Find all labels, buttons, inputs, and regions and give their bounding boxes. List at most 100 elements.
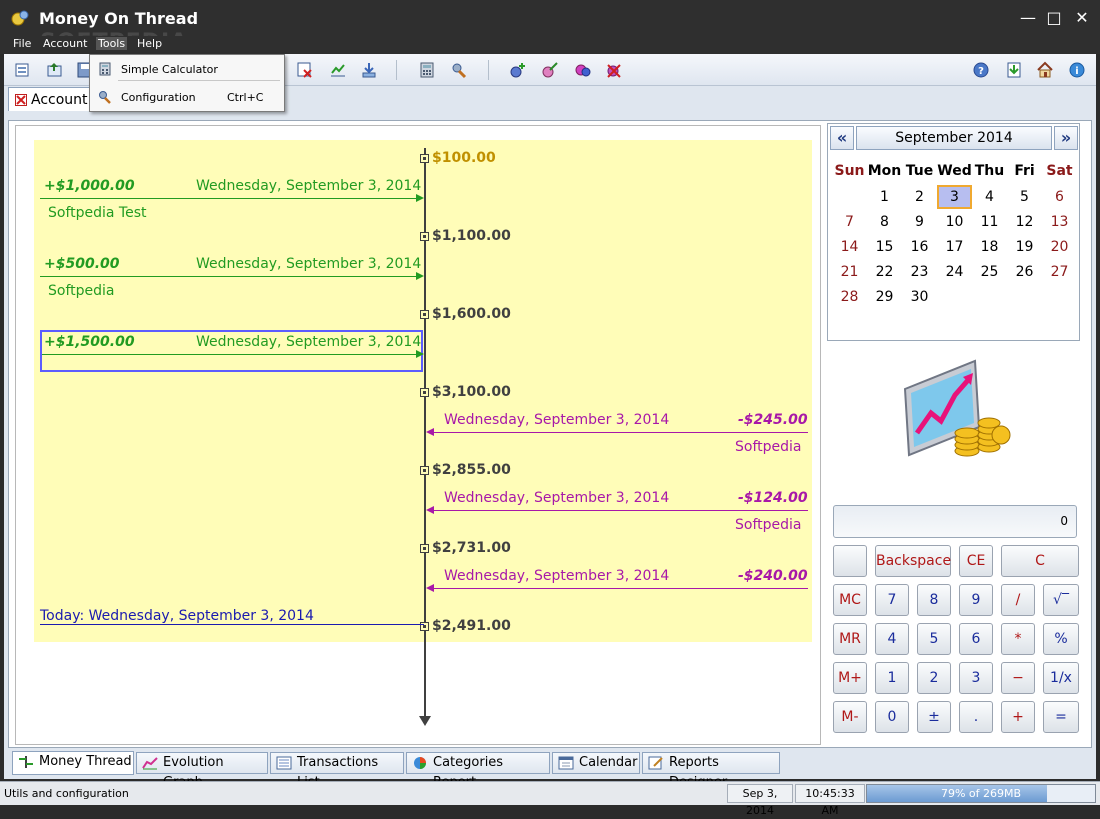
menu-file[interactable]: File — [13, 37, 31, 50]
delete-category-icon[interactable] — [605, 61, 623, 79]
calendar-day[interactable]: 17 — [937, 235, 972, 259]
calc-key[interactable]: MC — [833, 584, 867, 616]
minimize-button[interactable]: — — [1016, 8, 1040, 28]
calendar-day[interactable]: 25 — [972, 260, 1007, 284]
calc-key[interactable]: / — [1001, 584, 1035, 616]
calc-key[interactable]: ± — [917, 701, 951, 733]
configuration-icon[interactable] — [450, 61, 468, 79]
calc-clear-key[interactable]: C — [1001, 545, 1079, 577]
calendar-day[interactable]: 21 — [832, 260, 867, 284]
calc-key[interactable]: = — [1043, 701, 1079, 733]
calendar-day[interactable]: 23 — [902, 260, 937, 284]
calendar-day[interactable]: 12 — [1007, 210, 1042, 234]
open-account-icon[interactable] — [46, 61, 64, 79]
menu-account[interactable]: Account — [43, 37, 87, 50]
home-icon[interactable] — [1036, 61, 1054, 79]
calendar-day[interactable]: 6 — [1042, 185, 1077, 209]
close-tab-icon[interactable] — [15, 94, 27, 106]
tab-reports-designer[interactable]: Reports Designer — [642, 752, 780, 790]
import-icon[interactable] — [360, 61, 378, 79]
calendar-month-label[interactable]: September 2014 — [856, 126, 1052, 150]
weekday-header: Wed — [937, 163, 972, 179]
account-document-tab[interactable]: Account: — [8, 87, 94, 111]
calc-clear-entry-key[interactable]: CE — [959, 545, 993, 577]
calc-key[interactable]: . — [959, 701, 993, 733]
calc-key[interactable]: 4 — [875, 623, 909, 655]
calc-key[interactable]: % — [1043, 623, 1079, 655]
tab-categories-report[interactable]: Categories Report — [406, 752, 550, 790]
calc-key[interactable]: 6 — [959, 623, 993, 655]
calc-key[interactable]: + — [1001, 701, 1035, 733]
menu-help[interactable]: Help — [137, 37, 162, 50]
tab-money-thread[interactable]: Money Thread — [12, 751, 134, 775]
info-icon[interactable]: i — [1068, 61, 1086, 79]
menu-tools[interactable]: Tools — [96, 37, 128, 50]
tab-label: Account: — [31, 92, 93, 108]
maximize-button[interactable]: □ — [1042, 8, 1066, 28]
help-icon[interactable]: ? — [972, 61, 990, 79]
calc-key[interactable]: 9 — [959, 584, 993, 616]
calc-key[interactable]: 1/x — [1043, 662, 1079, 694]
calc-key[interactable]: MR — [833, 623, 867, 655]
calendar-day[interactable]: 10 — [937, 210, 972, 234]
calc-key[interactable]: 3 — [959, 662, 993, 694]
calendar-day[interactable]: 20 — [1042, 235, 1077, 259]
tab-transactions-list[interactable]: Transactions List — [270, 752, 404, 790]
calendar-day[interactable]: 30 — [902, 285, 937, 309]
calc-key[interactable]: 7 — [875, 584, 909, 616]
calc-key[interactable]: M- — [833, 701, 867, 733]
tab-calendar[interactable]: Calendar — [552, 752, 640, 774]
calendar-day[interactable]: 28 — [832, 285, 867, 309]
timeline-arrow-icon — [419, 716, 431, 726]
calc-key[interactable]: * — [1001, 623, 1035, 655]
next-month-button[interactable]: » — [1054, 126, 1078, 150]
new-account-icon[interactable] — [14, 61, 32, 79]
category-icon[interactable] — [574, 61, 592, 79]
delete-transaction-icon[interactable] — [296, 61, 314, 79]
menu-item-simple-calculator[interactable]: Simple Calculator — [90, 59, 284, 81]
calendar-day[interactable]: 29 — [867, 285, 902, 309]
calc-blank-key[interactable] — [833, 545, 867, 577]
calendar-day[interactable]: 9 — [902, 210, 937, 234]
calendar-day[interactable]: 7 — [832, 210, 867, 234]
calendar-day[interactable]: 13 — [1042, 210, 1077, 234]
graph-icon[interactable] — [329, 61, 347, 79]
calendar-day[interactable]: 27 — [1042, 260, 1077, 284]
calendar-day[interactable]: 11 — [972, 210, 1007, 234]
prev-month-button[interactable]: « — [830, 126, 854, 150]
calc-key[interactable]: − — [1001, 662, 1035, 694]
calc-key[interactable]: 2 — [917, 662, 951, 694]
download-icon[interactable] — [1005, 61, 1023, 79]
calendar-day[interactable]: 15 — [867, 235, 902, 259]
calendar-day[interactable]: 24 — [937, 260, 972, 284]
calendar-day[interactable]: 3 — [937, 185, 972, 209]
calendar-day[interactable]: 14 — [832, 235, 867, 259]
money-thread-view[interactable]: $100.00 $1,100.00 $1,600.00 $3,100.00 $2… — [15, 125, 821, 745]
calendar-day[interactable]: 19 — [1007, 235, 1042, 259]
edit-category-icon[interactable] — [541, 61, 559, 79]
memory-usage-bar[interactable]: 79% of 269MB — [866, 784, 1096, 803]
calendar-day[interactable]: 26 — [1007, 260, 1042, 284]
calendar-day[interactable]: 5 — [1007, 185, 1042, 209]
balance-node — [420, 544, 429, 553]
calc-key[interactable]: 1 — [875, 662, 909, 694]
calendar-day[interactable]: 1 — [867, 185, 902, 209]
calc-key[interactable]: √‾ — [1043, 584, 1079, 616]
menu-item-configuration[interactable]: Configuration Ctrl+C — [90, 87, 284, 109]
tab-evolution-graph[interactable]: Evolution Graph — [136, 752, 268, 790]
calc-backspace-key[interactable]: Backspace — [875, 545, 951, 577]
calendar-day[interactable]: 8 — [867, 210, 902, 234]
calendar-day[interactable]: 22 — [867, 260, 902, 284]
calc-key[interactable]: 0 — [875, 701, 909, 733]
calendar-day[interactable]: 2 — [902, 185, 937, 209]
calculator-icon[interactable] — [418, 61, 436, 79]
calc-key[interactable]: 5 — [917, 623, 951, 655]
calc-key[interactable]: M+ — [833, 662, 867, 694]
add-category-icon[interactable] — [509, 61, 527, 79]
calc-key[interactable]: 8 — [917, 584, 951, 616]
calendar-day[interactable]: 18 — [972, 235, 1007, 259]
calendar-day[interactable]: 4 — [972, 185, 1007, 209]
calendar-day[interactable]: 16 — [902, 235, 937, 259]
close-button[interactable]: ✕ — [1070, 8, 1094, 28]
balance-label: $100.00 — [432, 150, 496, 166]
